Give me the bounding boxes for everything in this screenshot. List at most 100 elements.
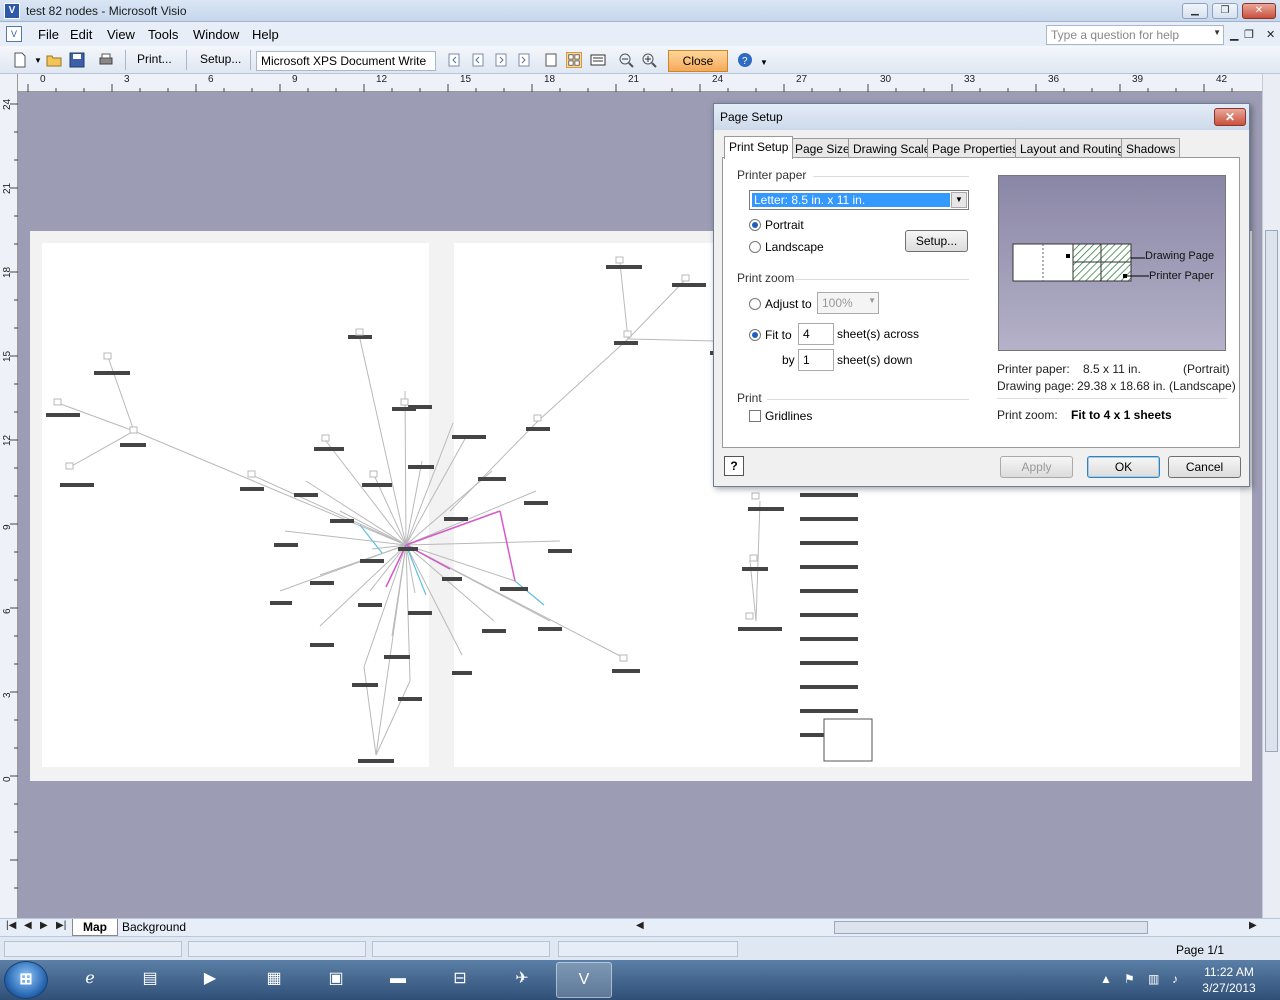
printer-paper-info-label: Printer paper: (997, 362, 1070, 376)
printer-paper-info-value: 8.5 x 11 in. (1083, 362, 1141, 376)
visio-taskbar-icon[interactable]: V (556, 962, 612, 998)
chevron-down-icon[interactable]: ▼ (951, 192, 967, 208)
open-folder-icon[interactable] (46, 52, 62, 68)
dialog-title: Page Setup (720, 110, 783, 124)
vertical-scroll-thumb[interactable] (1265, 230, 1278, 752)
save-icon[interactable] (69, 52, 85, 68)
setup-button[interactable]: Setup... (200, 52, 241, 66)
fit-to-label: Fit to (765, 328, 792, 342)
media-player-icon[interactable]: ▶ (182, 962, 238, 998)
internet-explorer-icon[interactable]: ℯ (62, 962, 118, 998)
tab-page-size[interactable]: Page Size (790, 138, 855, 158)
save-app-icon[interactable]: ▦ (246, 962, 302, 998)
ruler-label: 12 (2, 434, 13, 446)
tab-shadows[interactable]: Shadows (1121, 138, 1181, 158)
paper-size-value: Letter: 8.5 in. x 11 in. (752, 193, 950, 207)
tab-layout-routing[interactable]: Layout and Routing (1015, 138, 1130, 158)
first-page-icon[interactable] (446, 52, 462, 68)
command-prompt-icon[interactable]: ▬ (370, 962, 426, 998)
next-page-tab-icon[interactable]: ▶ (40, 920, 48, 931)
close-window-button[interactable]: ✕ (1242, 3, 1276, 19)
action-center-icon[interactable]: ⚑ (1124, 972, 1135, 986)
dialog-help-icon[interactable]: ? (724, 456, 744, 476)
doc-minimize-button[interactable]: ▁ (1230, 28, 1238, 41)
document-menu-icon[interactable]: V (6, 26, 22, 42)
print-button[interactable]: Print... (137, 52, 172, 66)
volume-icon[interactable]: ♪ (1172, 972, 1178, 986)
sheets-across-input[interactable]: 4 (798, 323, 834, 345)
close-preview-button[interactable]: Close (668, 50, 728, 72)
page-view-icon[interactable] (590, 52, 606, 68)
menu-file[interactable]: File (38, 27, 59, 42)
menu-tools[interactable]: Tools (148, 27, 178, 42)
diagram-app-icon[interactable]: ⊟ (432, 962, 488, 998)
doc-close-button[interactable]: ✕ (1266, 28, 1275, 41)
menu-help[interactable]: Help (252, 27, 279, 42)
legend-box (823, 718, 873, 762)
menu-edit[interactable]: Edit (70, 27, 92, 42)
adjust-to-percent-input[interactable]: 100% ▼ (817, 292, 879, 314)
single-tile-icon[interactable] (543, 52, 559, 68)
clock-date: 3/27/2013 (1202, 981, 1256, 995)
portrait-label: Portrait (765, 218, 804, 232)
group-divider (767, 399, 969, 400)
apply-button[interactable]: Apply (1000, 456, 1073, 478)
printer-setup-button[interactable]: Setup... (905, 230, 968, 252)
tab-background[interactable]: Background (112, 919, 196, 936)
page-tab-bar: |◀ ◀ ▶ ▶| Map Background ◀ ▶ (0, 918, 1280, 936)
status-cell (4, 941, 182, 957)
mail-app-icon[interactable]: ✈ (494, 962, 550, 998)
chevron-down-icon[interactable]: ▼ (1213, 28, 1221, 37)
tab-page-properties[interactable]: Page Properties (927, 138, 1024, 158)
start-button[interactable]: ⊞ (4, 961, 48, 999)
adjust-to-radio[interactable] (749, 298, 761, 310)
vertical-scrollbar[interactable] (1262, 74, 1280, 918)
status-cell (558, 941, 738, 957)
landscape-radio[interactable] (749, 241, 761, 253)
task-manager-icon[interactable]: ▣ (308, 962, 364, 998)
zoom-out-icon[interactable] (618, 52, 634, 68)
minimize-button[interactable]: ▁ (1182, 3, 1208, 19)
printer-select[interactable]: Microsoft XPS Document Write (256, 51, 436, 71)
paper-size-select[interactable]: Letter: 8.5 in. x 11 in. ▼ (749, 190, 969, 210)
ok-button[interactable]: OK (1087, 456, 1160, 478)
tab-print-setup[interactable]: Print Setup (724, 136, 794, 159)
dialog-title-bar[interactable]: Page Setup ✕ (714, 104, 1249, 130)
whole-page-icon[interactable] (566, 52, 582, 68)
zoom-in-icon[interactable] (641, 52, 657, 68)
new-document-icon[interactable] (12, 52, 28, 68)
cancel-button[interactable]: Cancel (1168, 456, 1241, 478)
new-dropdown-icon[interactable]: ▼ (34, 56, 42, 65)
print-icon[interactable] (98, 52, 114, 68)
network-icon[interactable]: ▥ (1148, 972, 1159, 986)
chevron-down-icon[interactable]: ▼ (868, 296, 876, 305)
toolbar-options-icon[interactable]: ▼ (760, 58, 768, 67)
portrait-radio[interactable] (749, 219, 761, 231)
gridlines-checkbox[interactable] (749, 410, 761, 422)
visio-app-icon[interactable]: V (4, 3, 20, 19)
system-clock[interactable]: 11:22 AM 3/27/2013 (1196, 964, 1262, 996)
print-preview-toolbar: ▼ Print... Setup... ▼ ? ▼ (0, 46, 1280, 74)
menu-window[interactable]: Window (193, 27, 239, 42)
sheets-down-input[interactable]: 1 (798, 349, 834, 371)
horizontal-scroll-thumb[interactable] (834, 921, 1148, 934)
scroll-right-icon[interactable]: ▶ (1249, 920, 1257, 931)
next-page-icon[interactable] (493, 52, 509, 68)
menu-view[interactable]: View (107, 27, 135, 42)
scroll-left-icon[interactable]: ◀ (636, 920, 644, 931)
help-icon[interactable]: ? (737, 52, 753, 68)
fit-to-radio[interactable] (749, 329, 761, 341)
prev-page-tab-icon[interactable]: ◀ (24, 920, 32, 931)
show-hidden-icons-icon[interactable]: ▲ (1100, 972, 1112, 986)
last-page-tab-icon[interactable]: ▶| (56, 920, 66, 931)
help-search-input[interactable]: Type a question for help ▼ (1046, 25, 1224, 45)
dialog-close-button[interactable]: ✕ (1214, 108, 1246, 126)
doc-restore-button[interactable]: ❐ (1244, 28, 1254, 41)
tab-drawing-scale[interactable]: Drawing Scale (848, 138, 936, 158)
first-page-tab-icon[interactable]: |◀ (6, 920, 16, 931)
file-explorer-icon[interactable]: ▤ (122, 962, 178, 998)
print-setup-panel: Printer paper Letter: 8.5 in. x 11 in. ▼… (722, 157, 1240, 448)
maximize-button[interactable]: ❐ (1212, 3, 1238, 19)
previous-page-icon[interactable] (470, 52, 486, 68)
last-page-icon[interactable] (516, 52, 532, 68)
